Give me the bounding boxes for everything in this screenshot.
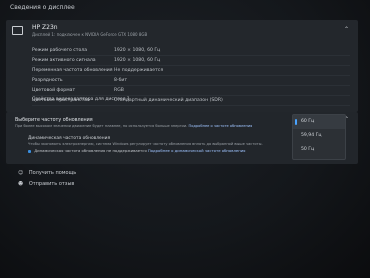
property-value: 8-бит <box>114 78 128 83</box>
refresh-rate-option[interactable]: 60 Гц <box>293 115 345 129</box>
property-name: Разрядность <box>32 78 63 83</box>
property-name: Цветовой формат <box>32 88 76 93</box>
property-row: Режим активного сигнала 1920 × 1080, 60 … <box>32 56 350 66</box>
send-feedback-link[interactable]: ☻ Отправить отзыв <box>18 181 74 187</box>
property-row: Цветовой формат RGB <box>32 86 350 96</box>
property-name: Переменная частота обновления <box>32 68 113 73</box>
adapter-properties-link[interactable]: Свойства видеоадаптера для дисплея 1 <box>32 97 130 102</box>
property-value: Стандартный динамический диапазон (SDR) <box>114 98 223 103</box>
property-value: 1920 × 1080, 60 Гц <box>114 48 161 53</box>
monitor-icon <box>12 26 23 35</box>
feedback-icon: ☻ <box>18 181 24 187</box>
property-name: Режим рабочего стола <box>32 48 88 53</box>
refresh-rate-title: Выберите частоту обновления <box>15 118 93 123</box>
display-info-card[interactable]: HP Z23n Дисплей 1: подключен к NVIDIA Ge… <box>6 20 358 112</box>
refresh-rate-learn-link[interactable]: Подробнее о частоте обновления <box>189 124 253 128</box>
get-help-link[interactable]: ☺ Получить помощь <box>18 170 76 176</box>
settings-window: Сведения о дисплее HP Z23n Дисплей 1: по… <box>0 0 370 278</box>
chevron-up-icon[interactable]: ⌃ <box>344 26 349 33</box>
dynamic-refresh-checkbox[interactable]: Динамическая частота обновления не подде… <box>28 148 245 153</box>
property-name: Режим активного сигнала <box>32 58 96 63</box>
property-row: Режим рабочего стола 1920 × 1080, 60 Гц <box>32 46 350 56</box>
help-icon: ☺ <box>18 170 24 176</box>
dynamic-refresh-description: Чтобы экономить электроэнергию, система … <box>28 142 263 146</box>
dynamic-refresh-title: Динамическая частота обновления <box>28 136 111 141</box>
refresh-rate-option[interactable]: 50 Гц <box>293 143 345 157</box>
dynamic-refresh-learn-link[interactable]: Подробнее о динамической частоте обновле… <box>148 148 246 153</box>
refresh-rate-dropdown[interactable]: 60 Гц 59,94 Гц 50 Гц <box>292 114 346 160</box>
display-subtitle: Дисплей 1: подключен к NVIDIA GeForce GT… <box>32 32 148 37</box>
get-help-label: Получить помощь <box>28 170 77 176</box>
refresh-rate-desc-text: При более высоком значении движение буде… <box>15 124 188 128</box>
refresh-rate-option[interactable]: 59,94 Гц <box>293 129 345 143</box>
property-value: Не поддерживается <box>114 68 164 73</box>
send-feedback-label: Отправить отзыв <box>28 181 75 187</box>
property-row: Переменная частота обновления Не поддерж… <box>32 66 350 76</box>
property-value: 1920 × 1080, 60 Гц <box>114 58 161 63</box>
property-value: RGB <box>114 88 124 93</box>
page-title: Сведения о дисплее <box>10 4 75 11</box>
property-row: Разрядность 8-бит <box>32 76 350 86</box>
checkbox-label: Динамическая частота обновления не подде… <box>34 148 147 153</box>
display-name: HP Z23n <box>32 24 58 31</box>
refresh-rate-description: При более высоком значении движение буде… <box>15 124 305 128</box>
checkbox-icon[interactable] <box>28 149 31 153</box>
